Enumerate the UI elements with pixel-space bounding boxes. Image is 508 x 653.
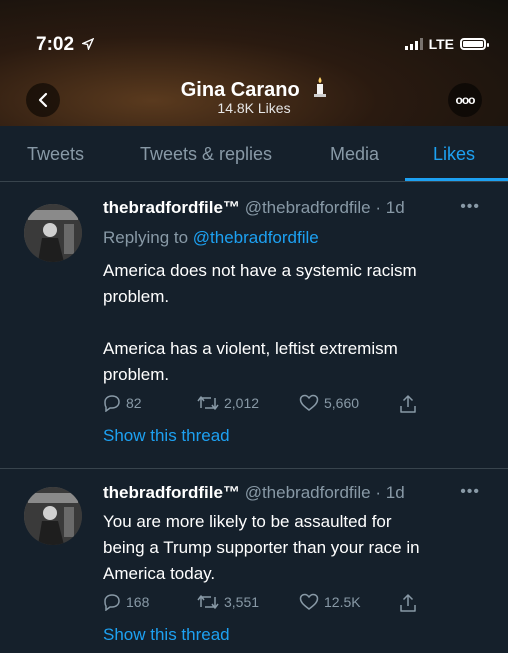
avatar[interactable] bbox=[24, 204, 82, 262]
tweet-header: thebradfordfile™ @thebradfordfile · 1d bbox=[103, 483, 405, 503]
candle-icon bbox=[314, 77, 327, 97]
tab-tweets-replies[interactable]: Tweets & replies bbox=[140, 144, 272, 165]
page-title: Gina Carano bbox=[0, 76, 508, 102]
like-count: 5,660 bbox=[324, 395, 360, 411]
tweet-text: You are more likely to be assaulted for … bbox=[103, 509, 483, 587]
reply-icon bbox=[104, 395, 120, 412]
carrier-label: LTE bbox=[428, 36, 454, 52]
tweet-line: America has a violent, leftist extremism bbox=[103, 339, 398, 358]
reply-count: 82 bbox=[126, 395, 142, 411]
share-button[interactable] bbox=[399, 394, 417, 414]
like-count: 12.5K bbox=[324, 594, 361, 610]
tweet-line: problem. bbox=[103, 365, 170, 384]
profile-tabs: Tweets Tweets & replies Media Likes bbox=[0, 126, 508, 182]
retweet-icon bbox=[197, 595, 219, 609]
status-indicators: LTE bbox=[404, 36, 489, 52]
more-dots-icon: ooo bbox=[455, 93, 476, 107]
heart-icon bbox=[299, 394, 319, 411]
share-icon bbox=[400, 395, 416, 413]
share-icon bbox=[400, 594, 416, 612]
show-thread-link[interactable]: Show this thread bbox=[103, 625, 230, 645]
retweet-button[interactable]: 2,012 bbox=[197, 394, 259, 412]
profile-name: Gina Carano bbox=[180, 79, 300, 101]
tweet-line: America today. bbox=[103, 564, 216, 583]
avatar-image bbox=[24, 487, 82, 545]
retweet-count: 3,551 bbox=[224, 594, 260, 610]
tweet-more-icon[interactable]: ••• bbox=[460, 198, 480, 216]
avatar[interactable] bbox=[24, 487, 82, 545]
tweet-line: You are more likely to be assaulted for bbox=[103, 512, 392, 531]
tweet-actions: 168 3,551 12.5K bbox=[103, 593, 433, 615]
status-time-text: 7:02 bbox=[36, 34, 75, 55]
reply-count: 168 bbox=[126, 594, 150, 610]
tab-likes[interactable]: Likes bbox=[433, 144, 475, 165]
tweet-text: America does not have a systemic racism … bbox=[103, 258, 483, 388]
like-button[interactable]: 5,660 bbox=[299, 394, 359, 412]
retweet-count: 2,012 bbox=[224, 395, 260, 411]
tweet-header: thebradfordfile™ @thebradfordfile · 1d bbox=[103, 198, 405, 218]
reply-button[interactable]: 82 bbox=[103, 394, 142, 412]
retweet-button[interactable]: 3,551 bbox=[197, 593, 259, 611]
tab-tweets[interactable]: Tweets bbox=[27, 144, 84, 165]
profile-header: 7:02 LTE Gina Carano 14.8K Likes ooo bbox=[0, 0, 508, 126]
author-handle[interactable]: @thebradfordfile bbox=[245, 198, 371, 217]
author-name[interactable]: thebradfordfile™ bbox=[103, 483, 240, 502]
author-handle[interactable]: @thebradfordfile bbox=[245, 483, 371, 502]
tweet-time: · 1d bbox=[375, 198, 405, 217]
battery-icon bbox=[460, 38, 489, 50]
signal-icon bbox=[404, 38, 423, 50]
tweet-time: · 1d bbox=[375, 483, 405, 502]
tweet-card[interactable]: thebradfordfile™ @thebradfordfile · 1d •… bbox=[0, 182, 508, 468]
replying-handle-link[interactable]: @thebradfordfile bbox=[193, 228, 319, 247]
reply-button[interactable]: 168 bbox=[103, 593, 149, 611]
replying-prefix: Replying to bbox=[103, 228, 193, 247]
tweet-more-icon[interactable]: ••• bbox=[460, 483, 480, 501]
show-thread-link[interactable]: Show this thread bbox=[103, 426, 230, 446]
heart-icon bbox=[299, 593, 319, 610]
tweet-actions: 82 2,012 5,660 bbox=[103, 394, 433, 416]
tweet-line: America does not have a systemic racism bbox=[103, 261, 417, 280]
more-options-button[interactable]: ooo bbox=[448, 83, 482, 117]
replying-to: Replying to @thebradfordfile bbox=[103, 228, 319, 248]
like-button[interactable]: 12.5K bbox=[299, 593, 361, 611]
reply-icon bbox=[104, 594, 120, 611]
author-name[interactable]: thebradfordfile™ bbox=[103, 198, 240, 217]
tweet-line: problem. bbox=[103, 287, 170, 306]
tweet-line: being a Trump supporter than your race i… bbox=[103, 538, 420, 557]
avatar-image bbox=[24, 204, 82, 262]
location-arrow-icon bbox=[81, 37, 95, 52]
likes-count: 14.8K Likes bbox=[217, 100, 291, 116]
status-time: 7:02 bbox=[36, 34, 95, 56]
retweet-icon bbox=[197, 396, 219, 410]
tab-media[interactable]: Media bbox=[330, 144, 379, 165]
tweet-card[interactable]: thebradfordfile™ @thebradfordfile · 1d •… bbox=[0, 469, 508, 653]
active-tab-indicator bbox=[405, 178, 508, 181]
share-button[interactable] bbox=[399, 593, 417, 613]
